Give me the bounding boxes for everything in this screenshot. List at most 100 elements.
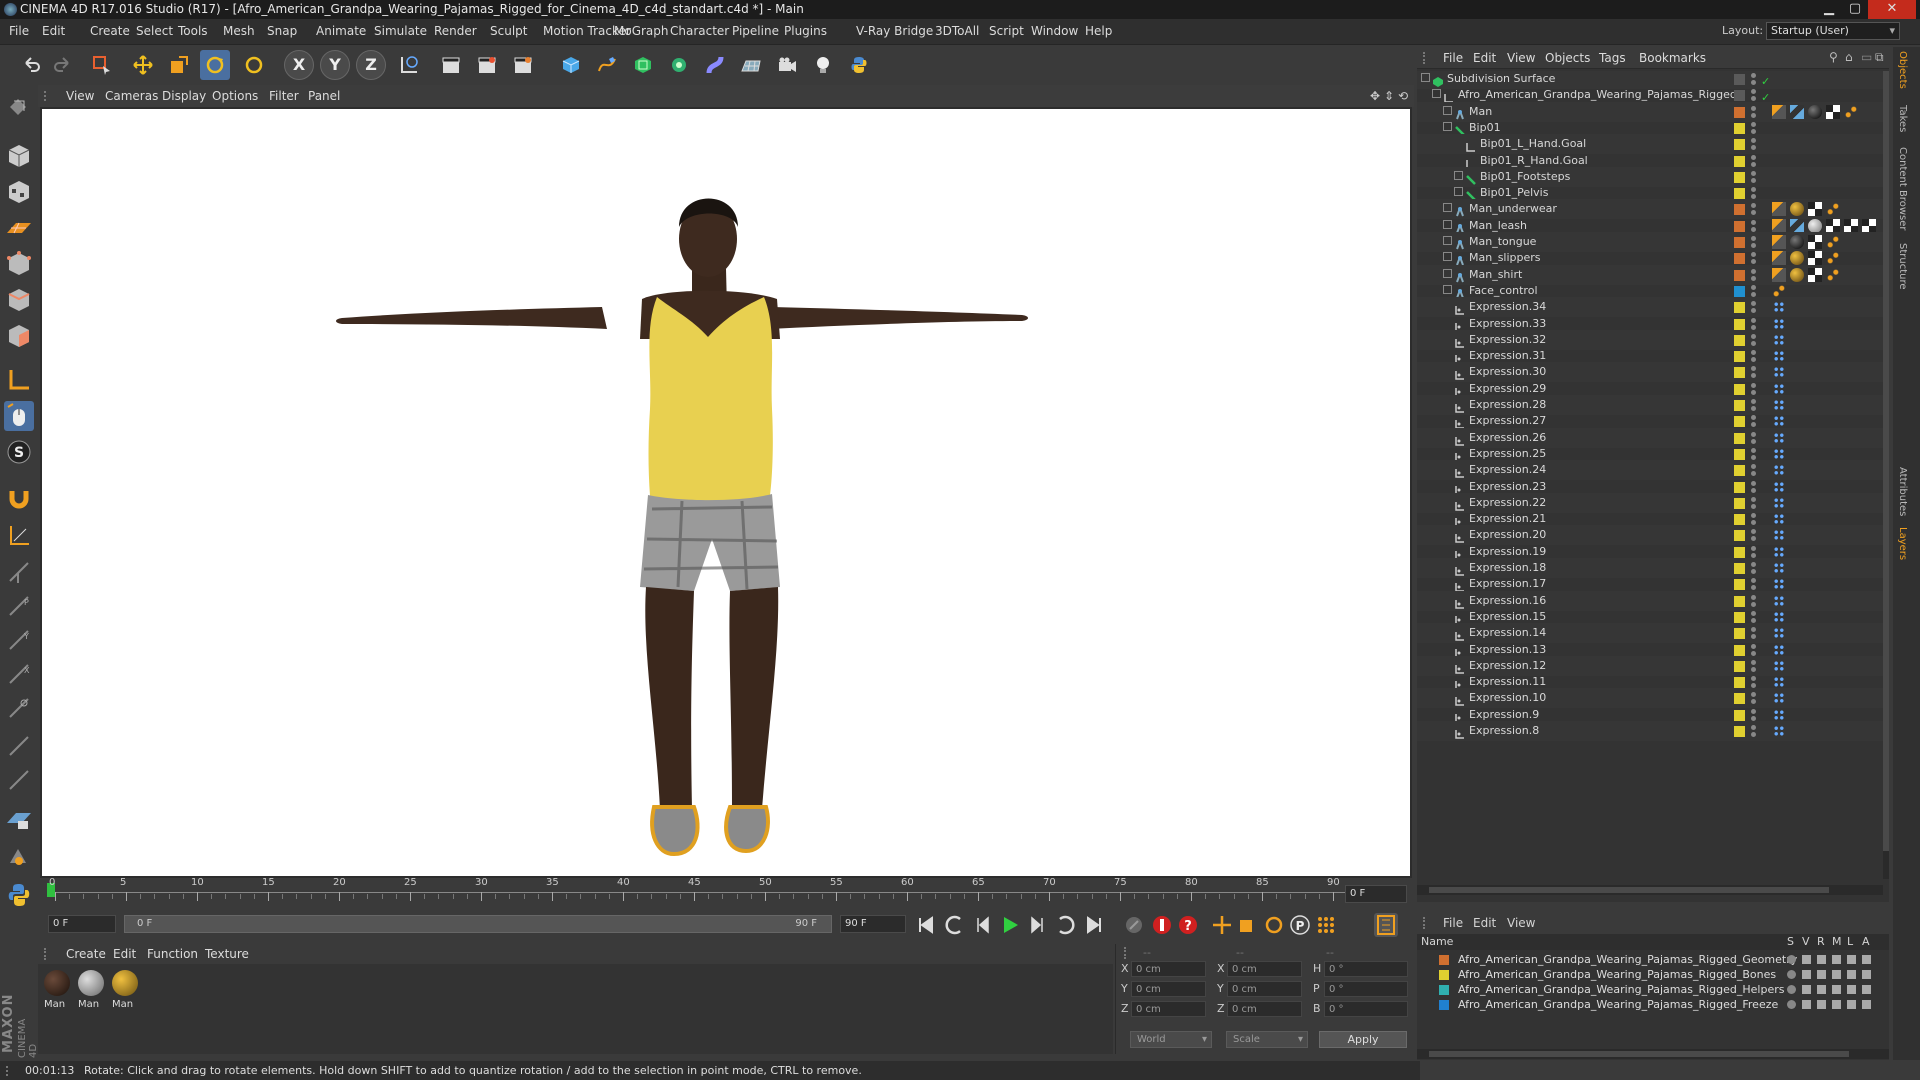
editor-visibility-dot[interactable] [1751,203,1756,209]
grid-snap-button[interactable] [4,803,34,833]
render-visibility-dot[interactable] [1751,699,1756,705]
workplane-x-button[interactable]: X [4,659,34,689]
model-mode-button[interactable] [4,141,34,171]
layer-column-header[interactable]: S [1787,934,1794,950]
eye-icon[interactable] [1802,970,1811,979]
dots-tag-icon[interactable] [1826,251,1840,266]
keyframe-selection-button[interactable]: ? [1176,913,1200,937]
xpresso-tag-icon[interactable] [1772,398,1786,412]
mat-tag-icon[interactable] [1790,267,1804,282]
menu-script[interactable]: Script [989,24,1024,38]
render-icon[interactable] [1817,985,1826,994]
lock-icon[interactable] [1847,1000,1856,1009]
editor-visibility-dot[interactable] [1751,594,1756,600]
render-visibility-dot[interactable] [1751,177,1756,183]
texture-mode-button[interactable] [4,177,34,207]
animation-icon[interactable] [1862,955,1871,964]
layer-column-header[interactable]: R [1817,934,1825,950]
layer-color-swatch[interactable] [1734,155,1745,167]
render-visibility-dot[interactable] [1751,617,1756,623]
material-menu-edit[interactable]: Edit [113,947,136,961]
render-visibility-dot[interactable] [1751,357,1756,363]
render-visibility-dot[interactable] [1751,503,1756,509]
layer-color-swatch[interactable] [1734,628,1745,640]
python-side-button[interactable] [4,880,34,910]
xpresso-tag-icon[interactable] [1772,381,1786,396]
prev-key-button[interactable] [942,913,966,937]
layer-color-swatch[interactable] [1734,400,1745,411]
xpresso-tag-icon[interactable] [1772,463,1786,478]
editor-visibility-dot[interactable] [1751,187,1756,193]
layer-row[interactable]: Afro_American_Grandpa_Wearing_Pajamas_Ri… [1417,997,1889,1012]
maximize-button[interactable]: ▢ [1842,0,1868,19]
zoom-view-icon[interactable]: ⇕ [1384,89,1394,103]
add-cube-button[interactable] [556,50,586,80]
layer-color-swatch[interactable] [1734,481,1745,493]
editor-visibility-dot[interactable] [1751,431,1756,437]
expand-toggle-icon[interactable] [1443,203,1452,213]
script-button[interactable] [4,841,34,871]
rotate-view-icon[interactable]: ⟲ [1398,89,1408,103]
layer-color-swatch[interactable] [1439,955,1449,965]
render-visibility-dot[interactable] [1751,389,1756,395]
checker-tag-icon[interactable] [1826,218,1840,233]
xpresso-tag-icon[interactable] [1772,365,1786,380]
animation-icon[interactable] [1862,985,1871,994]
editor-visibility-dot[interactable] [1751,513,1756,519]
dots-tag-icon[interactable] [1772,283,1786,298]
editor-visibility-dot[interactable] [1751,415,1756,421]
editor-visibility-dot[interactable] [1751,121,1756,127]
search-icon[interactable]: ⚲ [1829,50,1838,64]
layer-color-swatch[interactable] [1734,448,1745,460]
menu-simulate[interactable]: Simulate [374,24,427,38]
editor-visibility-dot[interactable] [1751,301,1756,307]
layer-color-swatch[interactable] [1734,546,1745,558]
menu-plugins[interactable]: Plugins [784,24,827,38]
editor-visibility-dot[interactable] [1751,219,1756,225]
xpresso-tag-icon[interactable] [1772,300,1786,315]
material-item[interactable]: Man [110,968,140,1014]
editor-visibility-dot[interactable] [1751,268,1756,274]
xpresso-tag-icon[interactable] [1772,658,1786,673]
add-array-button[interactable] [664,50,694,80]
layer-color-swatch[interactable] [1734,269,1745,281]
render-visibility-dot[interactable] [1751,243,1756,248]
render-visibility-dot[interactable] [1751,161,1756,167]
layer-color-swatch[interactable] [1734,514,1745,526]
goto-end-button[interactable] [1082,913,1106,937]
xpresso-tag-icon[interactable] [1772,675,1786,690]
layer-color-swatch[interactable] [1734,660,1745,672]
layer-color-swatch[interactable] [1734,497,1745,509]
lock-icon[interactable] [1847,970,1856,979]
render-visibility-dot[interactable] [1751,422,1756,428]
object-scrollbar[interactable] [1883,71,1889,879]
layer-color-swatch[interactable] [1734,171,1745,183]
render-visibility-dot[interactable] [1751,601,1756,607]
perspective-viewport[interactable] [40,107,1412,878]
viewport-menu-view[interactable]: View [66,89,94,103]
xpresso-tag-icon[interactable] [1772,561,1786,575]
render-settings-button[interactable] [508,50,538,80]
checker-tag-icon[interactable] [1826,104,1840,119]
xpresso-tag-icon[interactable] [1772,724,1786,738]
layer-color-swatch[interactable] [1734,334,1745,346]
editor-visibility-dot[interactable] [1751,659,1756,665]
viewport-menu-panel[interactable]: Panel [308,89,340,103]
weight-tag-icon[interactable] [1772,251,1786,266]
menu-render[interactable]: Render [434,24,477,38]
solo-dot-icon[interactable] [1787,970,1796,979]
editor-visibility-dot[interactable] [1751,562,1756,567]
layer-color-swatch[interactable] [1734,351,1745,363]
editor-visibility-dot[interactable] [1751,676,1756,682]
editor-visibility-dot[interactable] [1751,610,1756,616]
xpresso-tag-icon[interactable] [1772,577,1786,592]
render-visibility-dot[interactable] [1751,471,1756,477]
autokey-button[interactable] [1150,913,1174,937]
render-visibility-dot[interactable] [1751,275,1756,281]
layer-column-header[interactable]: V [1802,934,1810,950]
layer-color-swatch[interactable] [1734,302,1745,314]
layer-color-swatch[interactable] [1734,237,1745,248]
render-visibility-dot[interactable] [1751,715,1756,721]
layer-color-swatch[interactable] [1734,90,1745,102]
xpresso-tag-icon[interactable] [1772,512,1786,527]
